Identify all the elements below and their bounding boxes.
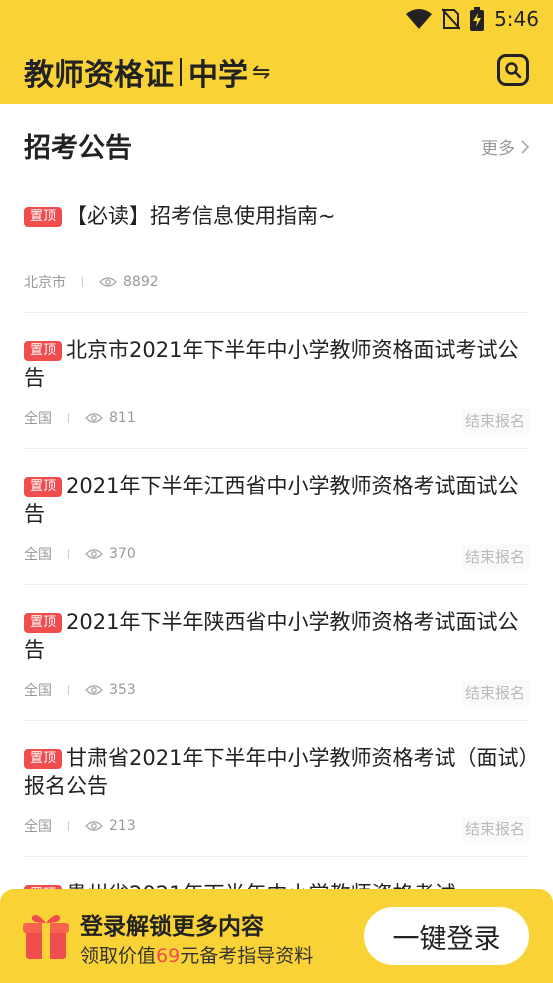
announcement-meta: 全国 811 [24,408,136,428]
announcement-item[interactable]: 置顶 甘肃省2021年下半年中小学教师资格考试（面试）报名公告 全国 213 结束… [24,744,529,857]
section-title: 招考公告 [24,133,132,164]
banner-sub-prefix: 领取价值 [80,945,157,967]
pinned-badge: 置顶 [24,749,63,769]
battery-charging-icon [470,7,485,31]
announcement-title-line: 置顶 2021年下半年江西省中小学教师资格考试面试公告 [24,472,529,528]
announcement-title: 2021年下半年陕西省中小学教师资格考试面试公告 [24,610,519,662]
eye-icon [85,549,103,559]
title-divider [180,58,182,86]
login-promo-banner: 登录解锁更多内容 领取价值69元备考指导资料 一键登录 [0,889,553,983]
registration-status: 结束报名 [460,816,529,841]
eye-icon [85,685,103,695]
page-title: 教师资格证 [24,58,174,93]
registration-status: 结束报名 [460,544,529,569]
announcement-item[interactable]: 置顶 北京市2021年下半年中小学教师资格面试考试公告 全国 811 结束报名 [24,336,529,449]
announcement-title: 【必读】招考信息使用指南~ [66,204,336,228]
meta-divider [68,549,69,559]
announcement-title-line: 置顶 北京市2021年下半年中小学教师资格面试考试公告 [24,336,529,392]
gift-icon [23,915,69,959]
status-bar: 5:46 [406,6,539,32]
chevron-right-icon [521,139,529,154]
pinned-badge: 置顶 [24,207,63,227]
announcement-item[interactable]: 置顶 【必读】招考信息使用指南~ 北京市 8892 [24,200,529,313]
view-count: 8892 [123,274,159,290]
banner-sub-amount: 69 [156,945,181,967]
registration-status: 结束报名 [460,680,529,705]
banner-subtitle: 领取价值69元备考指导资料 [80,941,313,968]
meta-divider [68,685,69,695]
announcement-meta: 全国 353 [24,680,136,700]
more-link[interactable]: 更多 [481,134,529,159]
announcement-meta: 北京市 8892 [24,272,159,292]
announcement-region: 全国 [24,411,52,427]
announcement-title-line: 置顶 【必读】招考信息使用指南~ [24,202,529,230]
announcement-title-line: 置顶 2021年下半年陕西省中小学教师资格考试面试公告 [24,608,529,664]
pinned-badge: 置顶 [24,613,63,633]
announcement-item[interactable]: 置顶 2021年下半年陕西省中小学教师资格考试面试公告 全国 353 结束报名 [24,608,529,721]
status-time: 5:46 [494,7,539,31]
announcement-title: 甘肃省2021年下半年中小学教师资格考试（面试）报名公告 [24,746,529,798]
pinned-badge: 置顶 [24,477,63,497]
announcement-item[interactable]: 置顶 2021年下半年江西省中小学教师资格考试面试公告 全国 370 结束报名 [24,472,529,585]
more-label: 更多 [481,139,515,159]
meta-divider [68,413,69,423]
announcement-region: 全国 [24,683,52,699]
announcement-region: 北京市 [24,275,66,291]
announcement-meta: 全国 370 [24,544,136,564]
meta-divider [68,821,69,831]
eye-icon [99,277,117,287]
view-count: 370 [109,546,136,562]
view-count: 353 [109,682,136,698]
announcement-title-line: 置顶 甘肃省2021年下半年中小学教师资格考试（面试）报名公告 [24,744,529,800]
announcement-region: 全国 [24,547,52,563]
no-sim-icon [442,8,461,30]
one-click-login-button[interactable]: 一键登录 [364,907,529,965]
banner-sub-suffix: 元备考指导资料 [180,945,314,967]
eye-icon [85,821,103,831]
announcement-region: 全国 [24,819,52,835]
meta-divider [82,277,83,287]
view-count: 213 [109,818,136,834]
announcement-title: 2021年下半年江西省中小学教师资格考试面试公告 [24,474,519,526]
search-icon [505,62,522,79]
exam-category-switcher[interactable]: 教师资格证 中学 ⇋ [24,50,270,94]
swap-icon: ⇋ [252,59,271,85]
search-button[interactable] [497,54,529,86]
banner-title: 登录解锁更多内容 [80,914,264,940]
announcement-meta: 全国 213 [24,816,136,836]
level-label: 中学 [188,58,248,93]
wifi-icon [406,9,433,29]
registration-status: 结束报名 [460,408,529,433]
app-header: 5:46 教师资格证 中学 ⇋ [0,0,553,104]
view-count: 811 [109,410,136,426]
pinned-badge: 置顶 [24,341,63,361]
eye-icon [85,413,103,423]
announcement-title: 北京市2021年下半年中小学教师资格面试考试公告 [24,338,519,390]
